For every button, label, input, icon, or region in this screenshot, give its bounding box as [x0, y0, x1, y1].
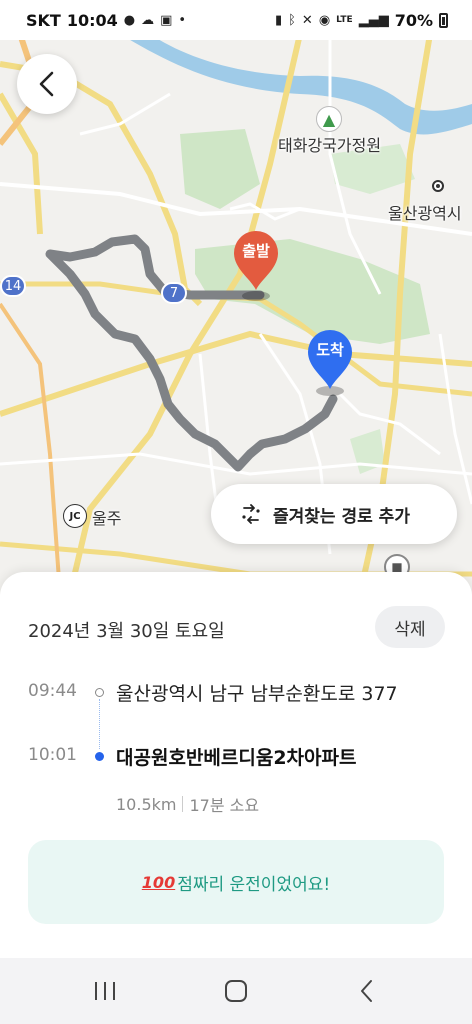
junction-badge: JC [63, 504, 87, 528]
location-icon: ◉ [318, 12, 331, 28]
bluetooth-icon: ᛒ [288, 12, 296, 28]
end-pin-label: 도착 [316, 341, 344, 359]
trip-date: 2024년 3월 30일 토요일 [28, 621, 225, 642]
route-connector [99, 699, 100, 749]
trip-distance: 10.5km [116, 794, 177, 814]
meta-divider [182, 796, 184, 812]
city-dot-icon [432, 180, 444, 192]
gallery-icon: ▣ [160, 12, 173, 28]
city-label: 울산광역시 [388, 204, 462, 223]
home-button[interactable] [206, 966, 266, 1016]
road-shield-7: 7 [161, 282, 187, 304]
trip-detail-sheet: 2024년 3월 30일 토요일 삭제 09:44 울산광역시 남구 남부순환도… [0, 572, 472, 958]
add-favorite-route-button[interactable]: 즐겨찾는 경로 추가 [211, 484, 457, 544]
junction-label: 울주 [92, 509, 122, 528]
signal-icon: ▂▄▆ [358, 12, 389, 28]
clock: 10:04 [66, 10, 118, 30]
add-favorite-route-label: 즐겨찾는 경로 추가 [273, 506, 410, 527]
route-swap-icon [242, 504, 260, 524]
driving-score-text: 점짜리 운전이었어요! [177, 874, 331, 895]
destination-name: 대공원호반베르디움2차아파트 [116, 747, 357, 769]
road-shield-14: 14 [0, 275, 26, 297]
garden-label: 태화강국가정원 [278, 136, 382, 155]
origin-dot-icon [95, 688, 104, 697]
home-icon [224, 980, 247, 1002]
battery-saver-icon: ▮ [274, 12, 283, 28]
battery-percent: 70% [394, 10, 433, 30]
recents-icon [95, 982, 116, 1000]
origin-address: 울산광역시 남구 남부순환도로 377 [116, 683, 398, 705]
network-type: LTE [336, 15, 353, 25]
recents-button[interactable] [75, 966, 135, 1016]
driving-score-banner: 100 점짜리 운전이었어요! [28, 840, 444, 924]
start-pin[interactable]: 출발 [231, 229, 281, 291]
end-pin[interactable]: 도착 [305, 328, 355, 390]
destination-dot-icon [95, 752, 104, 761]
system-back-button[interactable] [337, 966, 397, 1016]
delete-button[interactable]: 삭제 [375, 606, 445, 648]
carrier-label: SKT [26, 10, 61, 30]
back-button[interactable] [17, 54, 77, 114]
cloud-icon: ☁ [141, 12, 155, 28]
start-pin-label: 출발 [242, 242, 270, 260]
talk-notification-icon: ● [123, 12, 136, 28]
mute-icon: ✕ [301, 12, 313, 28]
status-bar: SKT 10:04 ● ☁ ▣ • ▮ ᛒ ✕ ◉ LTE ▂▄▆ 70% [0, 0, 472, 40]
back-icon [360, 980, 372, 1002]
hundred-points-icon: 100 [141, 872, 176, 892]
trip-meta: 10.5km 17분 소요 [116, 792, 259, 816]
destination-time: 10:01 [28, 745, 77, 765]
battery-icon [439, 12, 448, 28]
more-dot-icon: • [178, 12, 187, 28]
chevron-left-icon [39, 71, 54, 97]
tree-icon: ▲ [316, 106, 342, 132]
origin-time: 09:44 [28, 681, 77, 701]
trip-duration: 17분 소요 [189, 796, 260, 815]
system-nav-bar [0, 958, 472, 1024]
